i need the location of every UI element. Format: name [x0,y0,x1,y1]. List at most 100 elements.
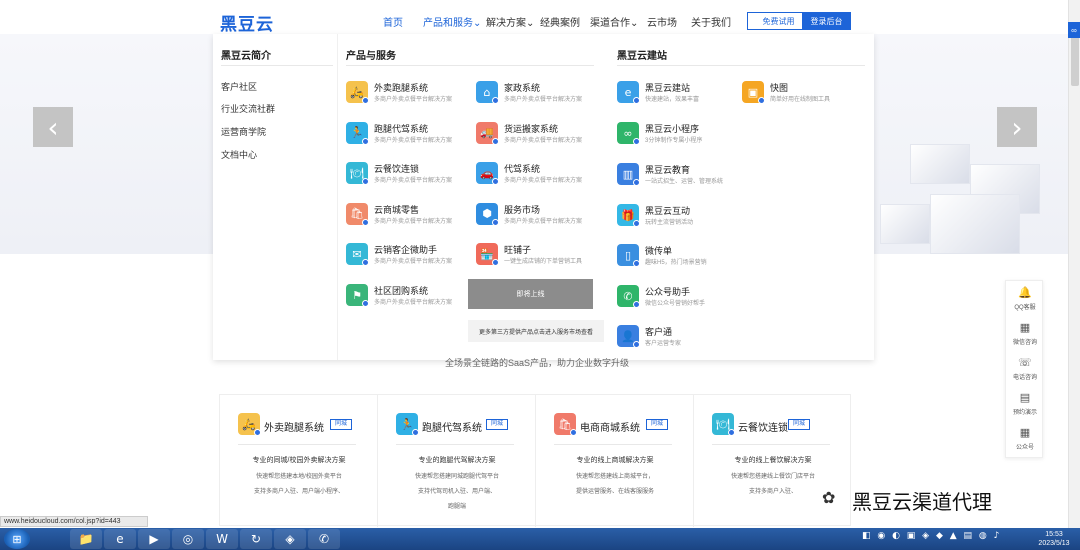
divider [396,444,514,445]
item-desc: 一键生成店铺的下单营销工具 [504,259,583,266]
item-title: 快图 [770,83,789,93]
more-services-link[interactable]: 更多第三方提供产品点击进入服务市场查看 [468,320,604,342]
build-item[interactable]: 🎁 黑豆云互动 玩转主流营销活动 [617,202,742,232]
taskbar-clock[interactable]: 15:53 2023/5/13 [1032,530,1076,548]
office-icon[interactable]: W [206,529,238,549]
site-logo[interactable]: 黑豆云 [220,10,274,35]
link-customer-community[interactable]: 客户社区 [221,80,257,93]
wechat-channel-icon: ✿ [822,488,836,507]
card-desc-line: 提供运营服务、在线客服服务 [575,489,654,495]
side-rail-item[interactable]: 🔔 QQ客服 [1006,281,1044,316]
item-desc: 一站式招生、运营、管理系统 [645,179,724,185]
side-rail-item[interactable]: ▤ 预约演示 [1006,386,1044,421]
product-item[interactable]: ✉ 云销客企微助手 多商户外卖点餐平台解决方案 [346,241,471,271]
clock-date: 2023/5/13 [1038,540,1070,547]
media-icon[interactable]: ▶ [138,529,170,549]
nav-cloud-market[interactable]: 云市场 [647,14,677,29]
item-desc: 玩转主流营销活动 [645,220,694,226]
link-industry-group[interactable]: 行业交流社群 [221,102,275,115]
nav-solutions[interactable]: 解决方案⌄ [486,14,534,29]
side-rail-label: QQ客服 [1014,305,1036,311]
section-subtitle: 全场景全链路的SaaS产品，助力企业数字升级 [445,358,630,368]
product-card[interactable]: 🛵 外卖跑腿系统 同城 专业的同城/校园外卖解决方案 快速帮您搭建本地/校园外卖平台 支持… [220,395,378,527]
side-rail-item[interactable]: ▦ 公众号 [1006,421,1044,456]
product-card[interactable]: 🛍 电商商城系统 同城 专业的线上商城解决方案 快速帮您搭建线上商城平台， 提供运营服务、… [536,395,694,527]
wechat-icon[interactable]: ✆ [308,529,340,549]
item-title: 云商城零售 [374,204,420,215]
link-doc-center[interactable]: 文档中心 [221,148,257,161]
side-rail-label: 预约演示 [1012,410,1037,416]
divider [346,65,594,66]
vpn-icon[interactable]: ◈ [274,529,306,549]
product-item[interactable]: 🚗 代驾系统 多商户外卖点餐平台解决方案 [476,160,601,190]
link-icon[interactable]: ∞ [1068,22,1080,38]
side-rail-label: 公众号 [1015,445,1034,451]
build-item[interactable]: 👤 客户通 客户运营专家 [617,323,742,353]
start-button[interactable]: ⊞ [4,529,30,549]
chrome-icon[interactable]: ◎ [172,529,204,549]
build-item[interactable]: e 黑豆云建站 快速建站，效果丰富 [617,79,742,109]
card-desc-line: 支持代驾司机入驻、用户端、 [417,489,496,495]
product-card[interactable]: 🏃 跑腿代驾系统 同城 专业的跑腿代驾解决方案 快速帮您搭建同城跑腿代驾平台 支持代驾司机… [378,395,536,527]
side-rail-item[interactable]: ▦ 微信咨询 [1006,316,1044,351]
browser-page: ‹ › 黑豆云 首页 产品和服务⌄ 解决方案⌄ 经典案例 渠道合作⌄ 云市场 关… [0,0,1080,550]
product-cards: 🛵 外卖跑腿系统 同城 专业的同城/校园外卖解决方案 快速帮您搭建本地/校园外卖平台 支持… [219,394,852,527]
product-item[interactable]: ⌂ 家政系统 多商户外卖点餐平台解决方案 [476,79,601,109]
badge-dot [362,137,369,145]
item-desc: 多商户外卖点餐平台解决方案 [504,218,583,225]
product-card[interactable]: 🍽 云餐饮连锁 同城 专业的线上餐饮解决方案 快速帮您搭建线上餐饮门店平台 支持多商户入驻… [694,395,852,527]
card-title: 跑腿代驾系统 [422,423,482,434]
refresh-icon[interactable]: ↻ [240,529,272,549]
ie-icon[interactable]: e [104,529,136,549]
product-item[interactable]: ⬢ 服务市场 多商户外卖点餐平台解决方案 [476,201,601,231]
product-item[interactable]: 🛵 外卖跑腿系统 多商户外卖点餐平台解决方案 [346,79,471,109]
product-item[interactable]: ⚑ 社区团购系统 多商户外卖点餐平台解决方案 [346,282,471,312]
build-item[interactable]: ▣ 快图 简单好用在线制图工具 [742,79,867,109]
item-title: 公众号助手 [645,287,691,297]
product-item[interactable]: 🍽 云餐饮连锁 多商户外卖点餐平台解决方案 [346,160,471,190]
badge-dot [492,137,499,145]
system-tray[interactable]: ◧ ◉ ◐ ▣ ◈ ◆ ▲ ▤ ◍ ♪ [862,531,1012,547]
nav-partners[interactable]: 渠道合作⌄ [590,14,638,29]
page-scrollbar[interactable] [1068,0,1080,528]
carousel-prev-button[interactable]: ‹ [33,107,73,147]
side-rail-item[interactable]: ☏ 电话咨询 [1006,351,1044,386]
bell-icon: 🔔 [1018,286,1032,299]
product-item[interactable]: 🚚 货运搬家系统 多商户外卖点餐平台解决方案 [476,120,601,150]
free-trial-button[interactable]: 免费试用 [747,12,810,30]
item-desc: 多商户外卖点餐平台解决方案 [374,218,453,225]
carousel-next-button[interactable]: › [997,107,1037,147]
login-dashboard-button[interactable]: 登录后台 [802,12,851,30]
item-title: 旺铺子 [504,245,532,256]
watermark-text: 黑豆云渠道代理 [852,490,992,514]
badge-dot [758,97,765,104]
build-item[interactable]: ▥ 黑豆云教育 一站式招生、运营、管理系统 [617,161,742,191]
nav-products[interactable]: 产品和服务⌄ [423,14,481,29]
product-item[interactable]: 🛍 云商城零售 多商户外卖点餐平台解决方案 [346,201,471,231]
link-operator-academy[interactable]: 运营商学院 [221,125,266,138]
item-desc: 多商户外卖点餐平台解决方案 [504,97,583,103]
badge-dot [633,341,640,348]
nav-home[interactable]: 首页 [383,14,403,29]
card-headline: 专业的线上商城解决方案 [576,457,654,464]
badge-dot [633,179,640,186]
contact-side-rail: 🔔 QQ客服 ▦ 微信咨询 ☏ 电话咨询 ▤ 预约演示 ▦ 公众号 [1005,280,1043,458]
build-item[interactable]: ▯ 微传单 趣味H5，热门场景营销 [617,242,742,272]
chevron-down-icon: ⌄ [526,18,535,29]
badge-dot [362,300,369,307]
item-desc: 客户运营专家 [645,341,682,347]
item-title: 云餐饮连锁 [374,164,420,175]
nav-cases[interactable]: 经典案例 [540,14,580,29]
card-title: 电商商城系统 [580,423,640,434]
scrollbar-thumb[interactable] [1071,34,1079,86]
nav-about[interactable]: 关于我们 [691,14,731,29]
build-item[interactable]: ∞ 黑豆云小程序 3分钟制作专属小程序 [617,120,742,150]
product-item[interactable]: 🏪 旺铺子 一键生成店铺的下单营销工具 [476,241,601,271]
build-item[interactable]: ✆ 公众号助手 微信公众号营销好帮手 [617,283,742,313]
item-desc: 3分钟制作专属小程序 [645,138,703,144]
folder-icon[interactable]: 📁 [70,529,102,549]
item-desc: 多商户外卖点餐平台解决方案 [374,137,453,144]
badge-dot [570,429,577,436]
product-item[interactable]: 🏃 跑腿代驾系统 多商户外卖点餐平台解决方案 [346,120,471,150]
item-title: 代驾系统 [504,164,541,175]
